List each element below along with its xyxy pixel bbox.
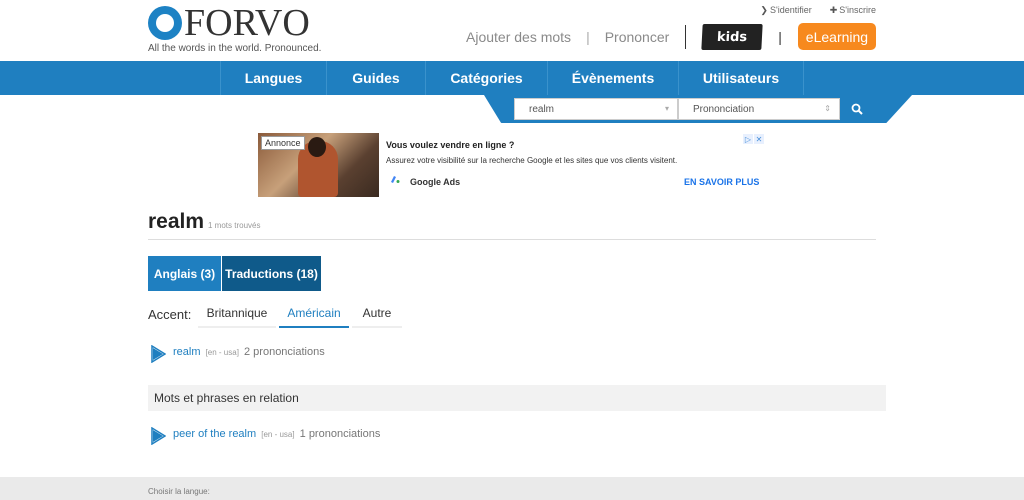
add-words-link[interactable]: Ajouter des mots <box>466 29 571 45</box>
related-word-link[interactable]: peer of the realm <box>173 428 256 440</box>
forvo-logo[interactable]: FORVO All the words in the world. Pronou… <box>148 2 322 54</box>
accent-filter: Britannique Américain Autre <box>198 300 402 328</box>
related-heading: Mots et phrases en relation <box>148 385 886 411</box>
search-form: realm ▾ Prononciation ⇕ <box>514 98 874 120</box>
result-word-link[interactable]: realm <box>173 346 201 358</box>
logo-circle-icon <box>148 6 182 40</box>
ad-image: Annonce <box>258 133 379 197</box>
sign-up-label: S'inscrire <box>839 5 876 15</box>
sign-in-label: S'identifier <box>769 5 812 15</box>
accent-label: Accent: <box>148 307 192 322</box>
page-title: realm <box>148 210 205 233</box>
main-menu: Langues Guides Catégories Évènements Uti… <box>220 61 804 95</box>
language-tabs: Anglais (3) Traductions (18) <box>148 256 321 291</box>
pronounce-link[interactable]: Prononcer <box>605 29 670 45</box>
sign-up-link[interactable]: ✚ S'inscrire <box>830 5 876 16</box>
related-language: [en - usa] <box>261 430 295 439</box>
search-mode-select[interactable]: Prononciation ⇕ <box>678 98 840 120</box>
accent-option-britannique[interactable]: Britannique <box>198 300 276 328</box>
related-pronunciation-count: 1 prononciations <box>299 428 381 440</box>
chevron-right-icon: ❯ <box>760 5 768 15</box>
menu-item-guides[interactable]: Guides <box>326 61 425 95</box>
menu-item-langues[interactable]: Langues <box>220 61 326 95</box>
google-ads-icon <box>386 175 404 189</box>
result-language: [en - usa] <box>205 348 239 357</box>
sort-arrows-icon: ⇕ <box>824 104 831 113</box>
separator: | <box>586 28 590 45</box>
sign-in-link[interactable]: ❯ S'identifier <box>760 5 811 16</box>
divider <box>148 239 876 240</box>
ad-brand: Google Ads <box>410 177 461 187</box>
search-icon <box>851 103 863 115</box>
tab-anglais[interactable]: Anglais (3) <box>148 256 221 291</box>
logo-tagline: All the words in the world. Pronounced. <box>148 43 322 54</box>
footer: Choisir la langue: <box>0 477 1024 500</box>
ad-head-shape <box>308 137 326 157</box>
account-links: ❯ S'identifier ✚ S'inscrire <box>760 5 876 16</box>
ad-description: Assurez votre visibilité sur la recherch… <box>386 156 678 165</box>
advertisement[interactable]: Annonce Vous voulez vendre en ligne ? As… <box>258 133 766 197</box>
chevron-down-icon: ▾ <box>664 104 669 113</box>
plus-icon: ✚ <box>829 5 838 15</box>
choose-language-label: Choisir la langue: <box>148 487 210 496</box>
result-item: realm [en - usa] 2 prononciations <box>173 346 325 358</box>
search-input[interactable]: realm ▾ <box>514 98 678 120</box>
result-pronunciation-count: 2 prononciations <box>244 346 325 358</box>
tab-traductions[interactable]: Traductions (18) <box>222 256 321 291</box>
play-icon[interactable] <box>150 427 166 445</box>
search-query: realm <box>529 103 555 115</box>
accent-option-autre[interactable]: Autre <box>352 300 402 328</box>
search-button[interactable] <box>840 98 874 120</box>
words-found-count: 1 mots trouvés <box>208 221 261 230</box>
ad-controls: ▷ ✕ <box>743 134 764 144</box>
kids-button[interactable]: kids <box>701 23 763 50</box>
main-menu-bar: Langues Guides Catégories Évènements Uti… <box>0 61 1024 95</box>
menu-item-categories[interactable]: Catégories <box>425 61 547 95</box>
ad-badge: Annonce <box>261 136 305 150</box>
google-ads-logo-icon <box>391 176 400 183</box>
ad-info-icon[interactable]: ▷ <box>743 134 753 144</box>
play-icon[interactable] <box>150 345 166 363</box>
ad-cta-link[interactable]: EN SAVOIR PLUS <box>684 177 759 187</box>
divider <box>685 24 687 49</box>
search-mode-value: Prononciation <box>693 103 755 115</box>
site-header: FORVO All the words in the world. Pronou… <box>0 0 1024 61</box>
accent-option-americain[interactable]: Américain <box>279 300 349 328</box>
close-icon[interactable]: ✕ <box>754 134 764 144</box>
related-item: peer of the realm [en - usa] 1 prononcia… <box>173 428 380 440</box>
elearning-button[interactable]: eLearning <box>797 23 876 50</box>
separator: | <box>778 28 782 45</box>
header-nav: Ajouter des mots | Prononcer kids | eLea… <box>466 23 876 50</box>
menu-item-utilisateurs[interactable]: Utilisateurs <box>678 61 804 95</box>
menu-item-evenements[interactable]: Évènements <box>547 61 678 95</box>
logo-text: FORVO <box>184 2 310 44</box>
ad-title: Vous voulez vendre en ligne ? <box>386 140 515 150</box>
